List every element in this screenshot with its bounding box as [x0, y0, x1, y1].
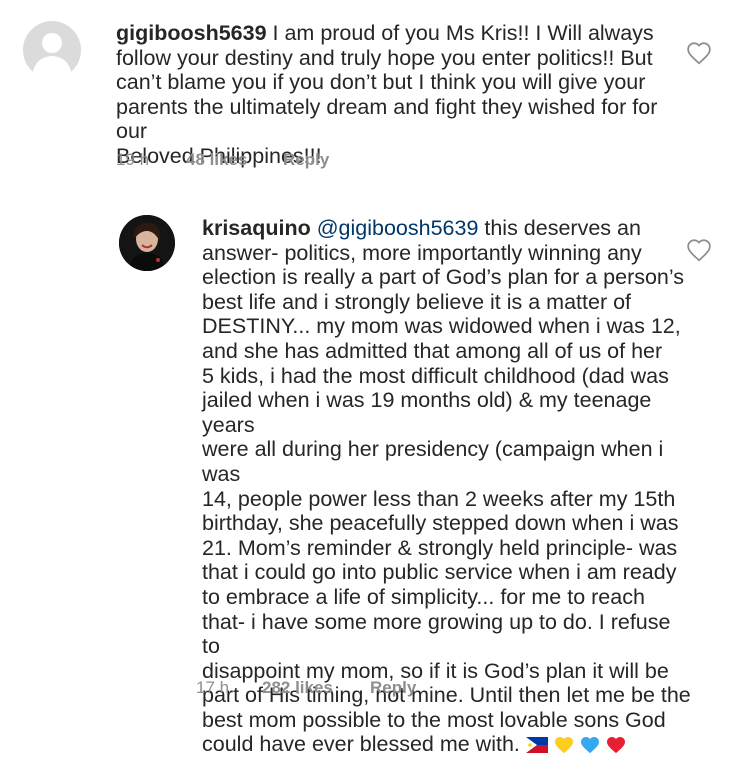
comment-line: jailed when i was 19 months old) & my te… — [202, 388, 652, 437]
comment-line: parents the ultimately dream and fight t… — [116, 94, 658, 144]
blue-heart-emoji — [580, 737, 599, 754]
comment-line: 14, people power less than 2 weeks after… — [202, 486, 676, 511]
comment-meta: 17 h 282 likes Reply — [196, 678, 416, 698]
comment-line: to embrace a life of simplicity... for m… — [202, 584, 645, 609]
username-link[interactable]: gigiboosh5639 — [116, 21, 267, 45]
emoji-group — [525, 732, 626, 756]
comment-line: election is really a part of God’s plan … — [202, 265, 685, 290]
mention-link[interactable]: @gigiboosh5639 — [317, 216, 479, 240]
comment-line: birthday, she peacefully stepped down wh… — [202, 511, 679, 536]
person-silhouette-icon — [32, 33, 72, 79]
profile-photo-icon — [119, 215, 175, 271]
comment-line: 21. Mom’s reminder & strongly held princ… — [202, 535, 678, 560]
reply-button[interactable]: Reply — [283, 150, 329, 170]
likes-count[interactable]: 282 likes — [262, 678, 370, 698]
comment-line: 5 kids, i had the most difficult childho… — [202, 363, 669, 388]
comment-line: can’t blame you if you don’t but I think… — [116, 70, 646, 95]
comment-line: were all during her presidency (campaign… — [202, 437, 664, 486]
philippines-flag-emoji — [525, 737, 548, 754]
comment-line: I am proud of you Ms Kris!! I Will alway… — [272, 21, 654, 45]
timestamp: 19 h — [116, 150, 150, 169]
yellow-heart-emoji — [554, 737, 573, 754]
comment-line: DESTINY... my mom was widowed when i was… — [202, 314, 681, 339]
comment-meta: 19 h 48 likes Reply — [116, 150, 329, 170]
timestamp: 17 h — [196, 678, 230, 697]
krisaquino-avatar[interactable] — [119, 215, 175, 271]
comment-line: answer- politics, more importantly winni… — [202, 240, 642, 265]
comment-line: that i could go into public service when… — [202, 560, 677, 585]
like-heart-icon[interactable] — [686, 238, 712, 262]
comment-line: this deserves an — [478, 216, 641, 240]
like-heart-icon[interactable] — [686, 41, 712, 65]
comment-line: and she has admitted that among all of u… — [202, 338, 663, 363]
default-avatar[interactable] — [23, 21, 81, 79]
reply-button[interactable]: Reply — [370, 678, 416, 698]
comment-text: krisaquino @gigiboosh5639 this deserves … — [202, 216, 692, 757]
username-link[interactable]: krisaquino — [202, 216, 311, 240]
comment-line: follow your destiny and truly hope you e… — [116, 45, 653, 70]
comment-text: gigiboosh5639 I am proud of you Ms Kris!… — [116, 21, 676, 169]
comment-line: best life and i strongly believe it is a… — [202, 289, 632, 314]
comment-line: best mom possible to the most lovable so… — [202, 707, 666, 732]
comment-line: that- i have some more growing up to do.… — [202, 609, 671, 659]
likes-count[interactable]: 48 likes — [186, 150, 283, 170]
comment-line: could have ever blessed me with. — [202, 732, 520, 757]
red-heart-emoji — [606, 737, 625, 754]
